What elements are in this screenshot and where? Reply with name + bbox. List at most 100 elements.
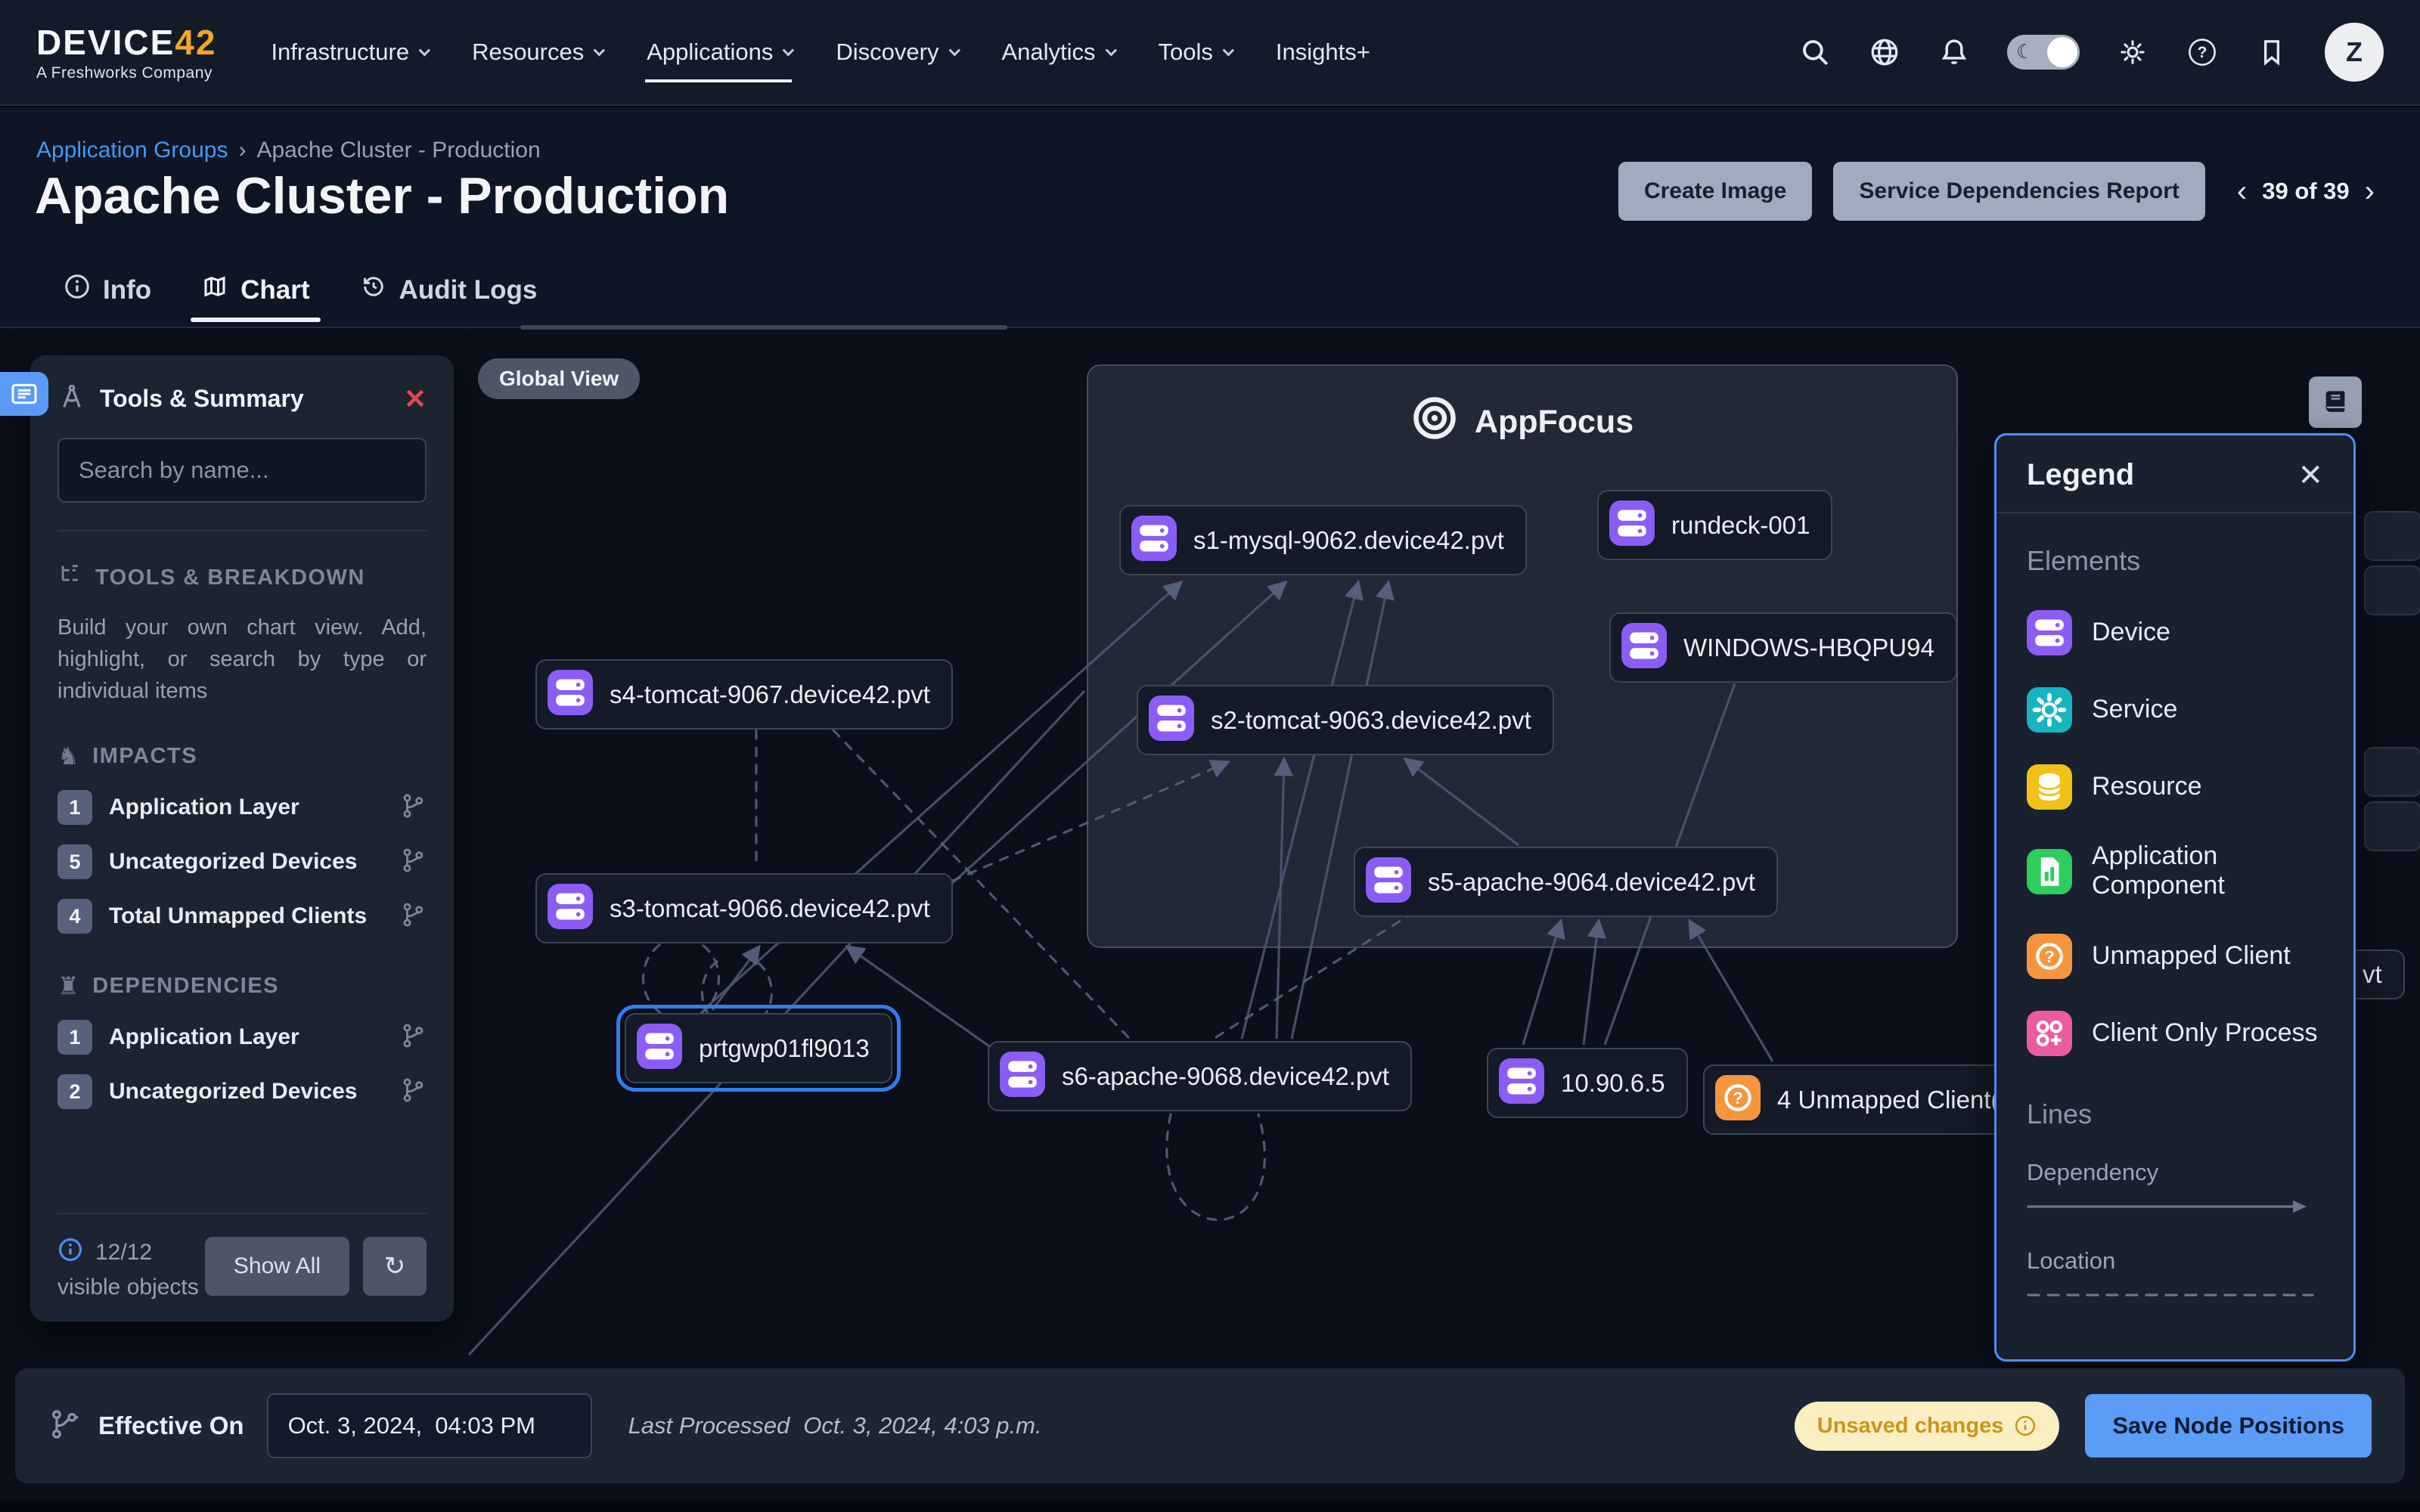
device-icon [548,670,593,719]
compass-icon [57,383,86,415]
legend-title: Legend [2027,458,2134,492]
zoom-control-stub[interactable] [2364,565,2420,615]
tab-audit-logs[interactable]: Audit Logs [360,273,538,321]
branch-icon[interactable] [399,847,427,878]
device42-app: Global View AppFocus s1-mysql-9062.devic… [0,0,2420,1512]
legend-item-database: Resource [2027,764,2323,808]
user-avatar[interactable]: Z [2325,23,2384,82]
device42-logo[interactable]: DEVICE42 A Freshworks Company [36,22,216,82]
summary-row[interactable]: 1Application Layer [57,1020,427,1055]
history-icon [360,273,387,307]
search-icon[interactable] [1798,36,1832,69]
chart-node[interactable]: WINDOWS-HBQPU94 [1609,612,1957,683]
chevron-down-icon [783,44,795,56]
legend-item-process: Client Only Process [2027,1011,2323,1055]
theme-toggle[interactable]: ☾ [2007,35,2080,70]
show-all-button[interactable]: Show All [205,1237,349,1296]
chart-node[interactable]: s3-tomcat-9066.device42.pvt [535,873,953,943]
nav-item-infrastructure[interactable]: Infrastructure [269,28,428,76]
legend-item-doc-chart: Application Component [2027,841,2323,900]
branch-icon[interactable] [399,1077,427,1108]
legend-item-question: ?Unmapped Client [2027,934,2323,978]
toggle-knob [2047,37,2077,67]
database-icon [2027,764,2071,808]
zoom-control-stub[interactable] [2364,801,2420,851]
tab-info[interactable]: Info [64,273,151,321]
legend-panel: Legend ✕ Elements DeviceServiceResourceA… [1994,433,2356,1362]
legend-elements-header: Elements [2027,545,2323,577]
info-icon [2014,1414,2037,1437]
close-icon[interactable]: ✕ [2297,460,2323,491]
tab-bar: Info Chart Audit Logs [64,273,537,321]
bookmark-icon[interactable] [2255,36,2288,69]
nav-item-insights-[interactable]: Insights+ [1274,28,1372,76]
info-icon [64,273,91,307]
prev-page-chevron[interactable]: ‹ [2237,176,2247,206]
effective-on-input[interactable] [267,1393,592,1458]
branch-icon[interactable] [399,1022,427,1053]
chart-node[interactable]: 10.90.6.5 [1487,1048,1688,1118]
info-icon [57,1237,83,1269]
save-node-positions-button[interactable]: Save Node Positions [2085,1394,2372,1458]
count-badge: 1 [57,790,92,825]
next-page-chevron[interactable]: › [2365,176,2375,206]
breadcrumb-link[interactable]: Application Groups [36,138,228,163]
chart-node[interactable]: s4-tomcat-9067.device42.pvt [535,659,953,730]
device-icon [1609,500,1655,550]
branch-icon[interactable] [399,792,427,823]
service-dependencies-report-button[interactable]: Service Dependencies Report [1833,162,2205,221]
tools-panel-toggle[interactable] [0,372,48,416]
legend-toggle-button[interactable] [2309,376,2362,428]
legend-item-gear: Service [2027,687,2323,731]
chart-node[interactable]: prtgwp01fl9013 [625,1013,892,1083]
tree-icon [57,562,83,593]
summary-row[interactable]: 5Uncategorized Devices [57,844,427,879]
branch-icon[interactable] [399,901,427,932]
create-image-button[interactable]: Create Image [1618,162,1812,221]
device-icon [637,1024,682,1073]
globe-icon[interactable] [1868,36,1901,69]
summary-row[interactable]: 1Application Layer [57,790,427,825]
tabs-divider [0,327,2420,328]
svg-text:?: ? [1733,1089,1743,1108]
appfocus-title: AppFocus [1088,395,1956,450]
refresh-button[interactable]: ↻ [363,1237,427,1296]
chart-node[interactable]: s2-tomcat-9063.device42.pvt [1137,685,1554,755]
notifications-bell-icon[interactable] [1938,36,1971,69]
tab-chart[interactable]: Chart [201,273,309,321]
effective-on-bar: Effective On Last Processed Oct. 3, 2024… [15,1368,2405,1483]
close-icon[interactable]: ✕ [404,386,427,413]
chart-node[interactable]: s6-apache-9068.device42.pvt [988,1041,1412,1111]
help-icon[interactable]: ? [2186,36,2219,69]
summary-row[interactable]: 2Uncategorized Devices [57,1074,427,1109]
nav-item-applications[interactable]: Applications [645,28,792,76]
chart-node[interactable]: rundeck-001 [1597,490,1832,560]
search-input[interactable] [57,438,427,503]
unsaved-changes-badge: Unsaved changes [1795,1402,2060,1451]
summary-row[interactable]: 4Total Unmapped Clients [57,899,427,934]
zoom-control-stub[interactable] [2364,511,2420,561]
chart-node-unmapped-clients[interactable]: ?4 Unmapped Client(s) [1703,1064,2043,1135]
last-processed: Last Processed Oct. 3, 2024, 4:03 p.m. [628,1412,1042,1439]
nav-item-tools[interactable]: Tools [1157,28,1232,76]
chevron-down-icon [419,44,431,56]
nav-item-analytics[interactable]: Analytics [1001,28,1115,76]
device-icon [1000,1052,1045,1101]
device-icon [1621,623,1667,672]
chevron-down-icon [1222,44,1234,56]
count-badge: 5 [57,844,92,879]
nav-item-resources[interactable]: Resources [470,28,603,76]
legend-line-dashed: Location [2027,1247,2323,1307]
chart-node[interactable]: s1-mysql-9062.device42.pvt [1119,505,1527,575]
svg-text:?: ? [2044,947,2055,966]
zoom-control-stub[interactable] [2364,747,2420,797]
impacts-section-header: ♞ IMPACTS [57,742,427,770]
settings-gear-icon[interactable] [2116,36,2149,69]
tabs-scrollbar-thumb[interactable] [520,325,1007,330]
page-title: Apache Cluster - Production [35,166,729,225]
effective-on-label: Effective On [98,1411,244,1440]
visible-objects-caption: visible objects [57,1275,199,1300]
visible-objects-count: 12/12 [95,1240,152,1266]
chart-node[interactable]: s5-apache-9064.device42.pvt [1354,847,1778,917]
nav-item-discovery[interactable]: Discovery [834,28,957,76]
